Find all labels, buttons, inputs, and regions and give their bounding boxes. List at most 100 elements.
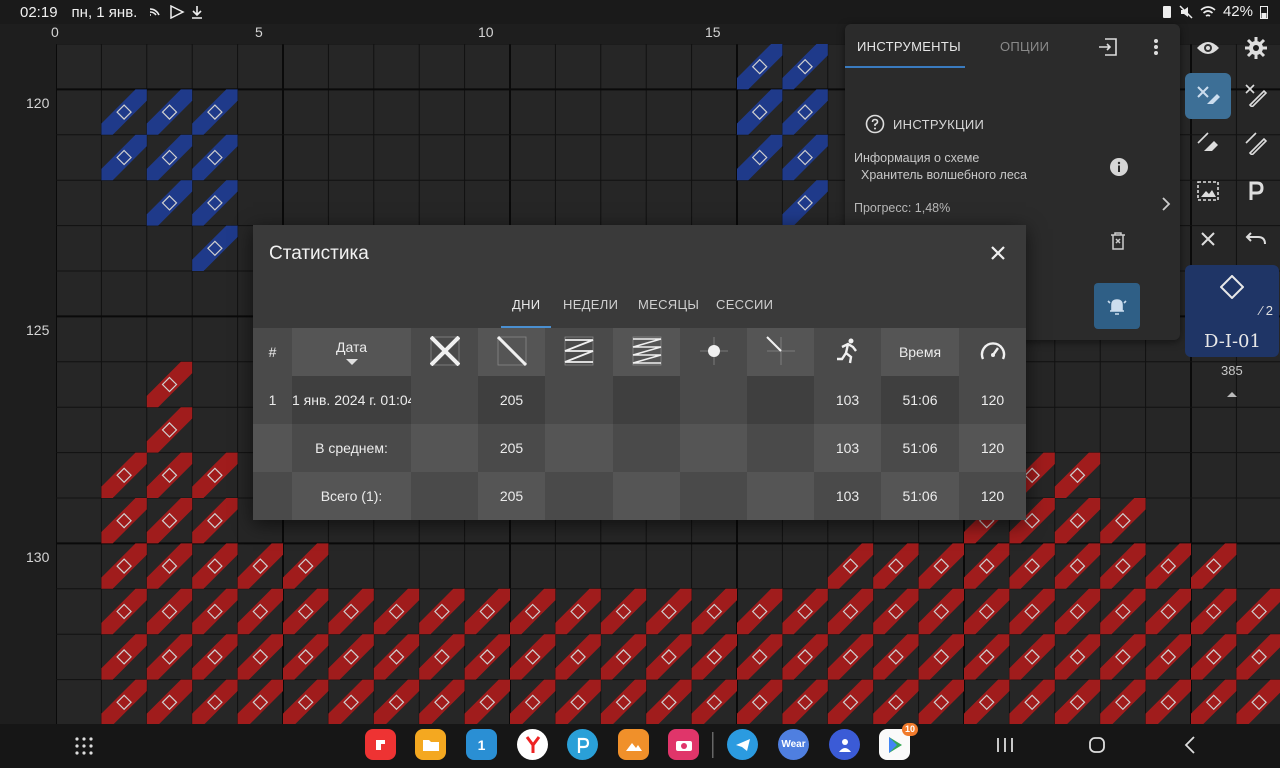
pencil-cross-tool[interactable] [1234, 73, 1278, 117]
cell-back2 [613, 472, 680, 520]
paper-plane-icon [735, 738, 750, 751]
cell-time: 51:06 [881, 472, 959, 520]
picsart-app-icon[interactable] [567, 729, 598, 760]
parking-p-icon [1249, 181, 1264, 200]
play-triangle-icon [888, 736, 902, 753]
more-menu-icon[interactable] [1153, 38, 1159, 56]
half-cross-stitch-icon [496, 335, 527, 366]
camera-app-icon[interactable] [668, 729, 699, 760]
back-icon[interactable] [1184, 736, 1196, 754]
pencil-half-tool[interactable] [1234, 121, 1278, 165]
dock-divider [712, 732, 714, 758]
header-num[interactable]: # [253, 328, 292, 376]
header-time[interactable]: Время [881, 328, 959, 376]
image-select-tool[interactable] [1186, 169, 1230, 213]
delete-icon[interactable] [1110, 232, 1126, 250]
cell-time: 51:06 [881, 376, 959, 424]
cell-num: 1 [253, 376, 292, 424]
header-date[interactable]: Дата [292, 328, 411, 376]
info-icon[interactable] [1109, 157, 1129, 177]
cell-half: 205 [478, 472, 545, 520]
tab-tools[interactable]: ИНСТРУМЕНТЫ [857, 39, 961, 54]
cast-icon [150, 8, 161, 16]
person-glyph-icon [838, 738, 851, 752]
app-drawer-icon[interactable] [75, 737, 93, 755]
cell-french [680, 472, 747, 520]
telegram-app-icon[interactable] [727, 729, 758, 760]
cell-back [545, 424, 613, 472]
doc-glyph-icon [375, 739, 385, 750]
cell-num [253, 472, 292, 520]
image-select-icon [1197, 181, 1219, 201]
alarm-button[interactable] [1094, 283, 1140, 329]
header-quarter-stitch[interactable] [747, 328, 814, 376]
ruler-row-120: 120 [26, 95, 50, 111]
recent-apps-icon[interactable] [996, 737, 1014, 753]
tab-weeks[interactable]: НЕДЕЛИ [563, 297, 618, 312]
eraser-half-tool[interactable] [1186, 121, 1230, 165]
caret-up-icon[interactable] [1226, 390, 1238, 398]
gallery-app-icon[interactable] [618, 729, 649, 760]
tab-underline [845, 66, 965, 68]
wifi-icon [1200, 5, 1216, 17]
tab-months[interactable]: МЕСЯЦЫ [638, 297, 699, 312]
folder-glyph-icon [422, 739, 439, 751]
settings-button[interactable] [1234, 26, 1278, 70]
calendar-app-icon[interactable]: 1 [466, 729, 497, 760]
ruler-col-5: 5 [255, 24, 263, 40]
chevron-right-icon[interactable] [1161, 197, 1171, 211]
header-full-cross[interactable] [411, 328, 478, 376]
header-back-stitch[interactable] [545, 328, 613, 376]
yandex-browser-app-icon[interactable] [517, 729, 548, 760]
cell-date: Всего (1): [292, 472, 411, 520]
header-back-stitch-2[interactable] [613, 328, 680, 376]
mountain-glyph-icon [625, 742, 642, 751]
undo-button[interactable] [1234, 217, 1278, 261]
table-row[interactable]: 1 1 янв. 2024 г. 01:04 205 103 51:06 120 [253, 376, 1026, 424]
header-half-cross[interactable] [478, 328, 545, 376]
battery-icon [1260, 5, 1268, 19]
wear-app-icon[interactable]: Wear [778, 729, 809, 760]
tools-panel-tabs: ИНСТРУМЕНТЫ ОПЦИИ [845, 24, 1180, 68]
sort-desc-icon [345, 359, 358, 365]
home-icon[interactable] [1088, 736, 1106, 754]
dialog-title: Статистика [269, 243, 369, 264]
close-button[interactable] [986, 241, 1010, 265]
cell-run: 103 [814, 376, 881, 424]
cell-num [253, 424, 292, 472]
eraser-cross-tool[interactable] [1185, 73, 1231, 119]
scheme-info-title: Информация о схеме [854, 151, 980, 165]
header-run[interactable] [814, 328, 881, 376]
table-row-average: В среднем: 205 103 51:06 120 [253, 424, 1026, 472]
status-date: пн, 1 янв. [71, 3, 138, 21]
files-app-icon[interactable] [415, 729, 446, 760]
exit-icon[interactable] [1098, 38, 1118, 56]
tab-days[interactable]: ДНИ [512, 297, 540, 312]
instructions-button[interactable]: ИНСТРУКЦИИ [865, 114, 984, 134]
play-store-app-icon[interactable]: 10 [879, 723, 918, 760]
tab-sessions[interactable]: СЕССИИ [716, 297, 773, 312]
ruler-row-130: 130 [26, 549, 50, 565]
speedometer-icon [980, 341, 1005, 359]
parking-tool[interactable] [1234, 169, 1278, 213]
running-person-icon [836, 338, 857, 363]
yandex-disk-app-icon[interactable] [365, 729, 396, 760]
camera-glyph-icon [675, 740, 692, 751]
clear-button[interactable] [1186, 217, 1230, 261]
tab-options[interactable]: ОПЦИИ [1000, 39, 1049, 54]
cell-date: В среднем: [292, 424, 411, 472]
battery-percent: 42% [1222, 3, 1253, 20]
visibility-button[interactable] [1186, 26, 1230, 70]
current-symbol-card[interactable]: ⁄ 2 D-I-01 [1185, 265, 1279, 357]
cell-time: 51:06 [881, 424, 959, 472]
contacts-app-icon[interactable] [829, 729, 860, 760]
quarter-stitch-icon [765, 335, 795, 365]
header-speed[interactable] [959, 328, 1026, 376]
progress-text: Прогресс: 1,48% [854, 201, 951, 215]
header-french-knot[interactable] [680, 328, 747, 376]
scheme-name: Хранитель волшебного леса [861, 168, 1028, 182]
cell-back [545, 376, 613, 424]
close-icon [991, 246, 1005, 260]
calendar-day: 1 [477, 736, 486, 753]
cell-date: 1 янв. 2024 г. 01:04 [292, 376, 411, 424]
